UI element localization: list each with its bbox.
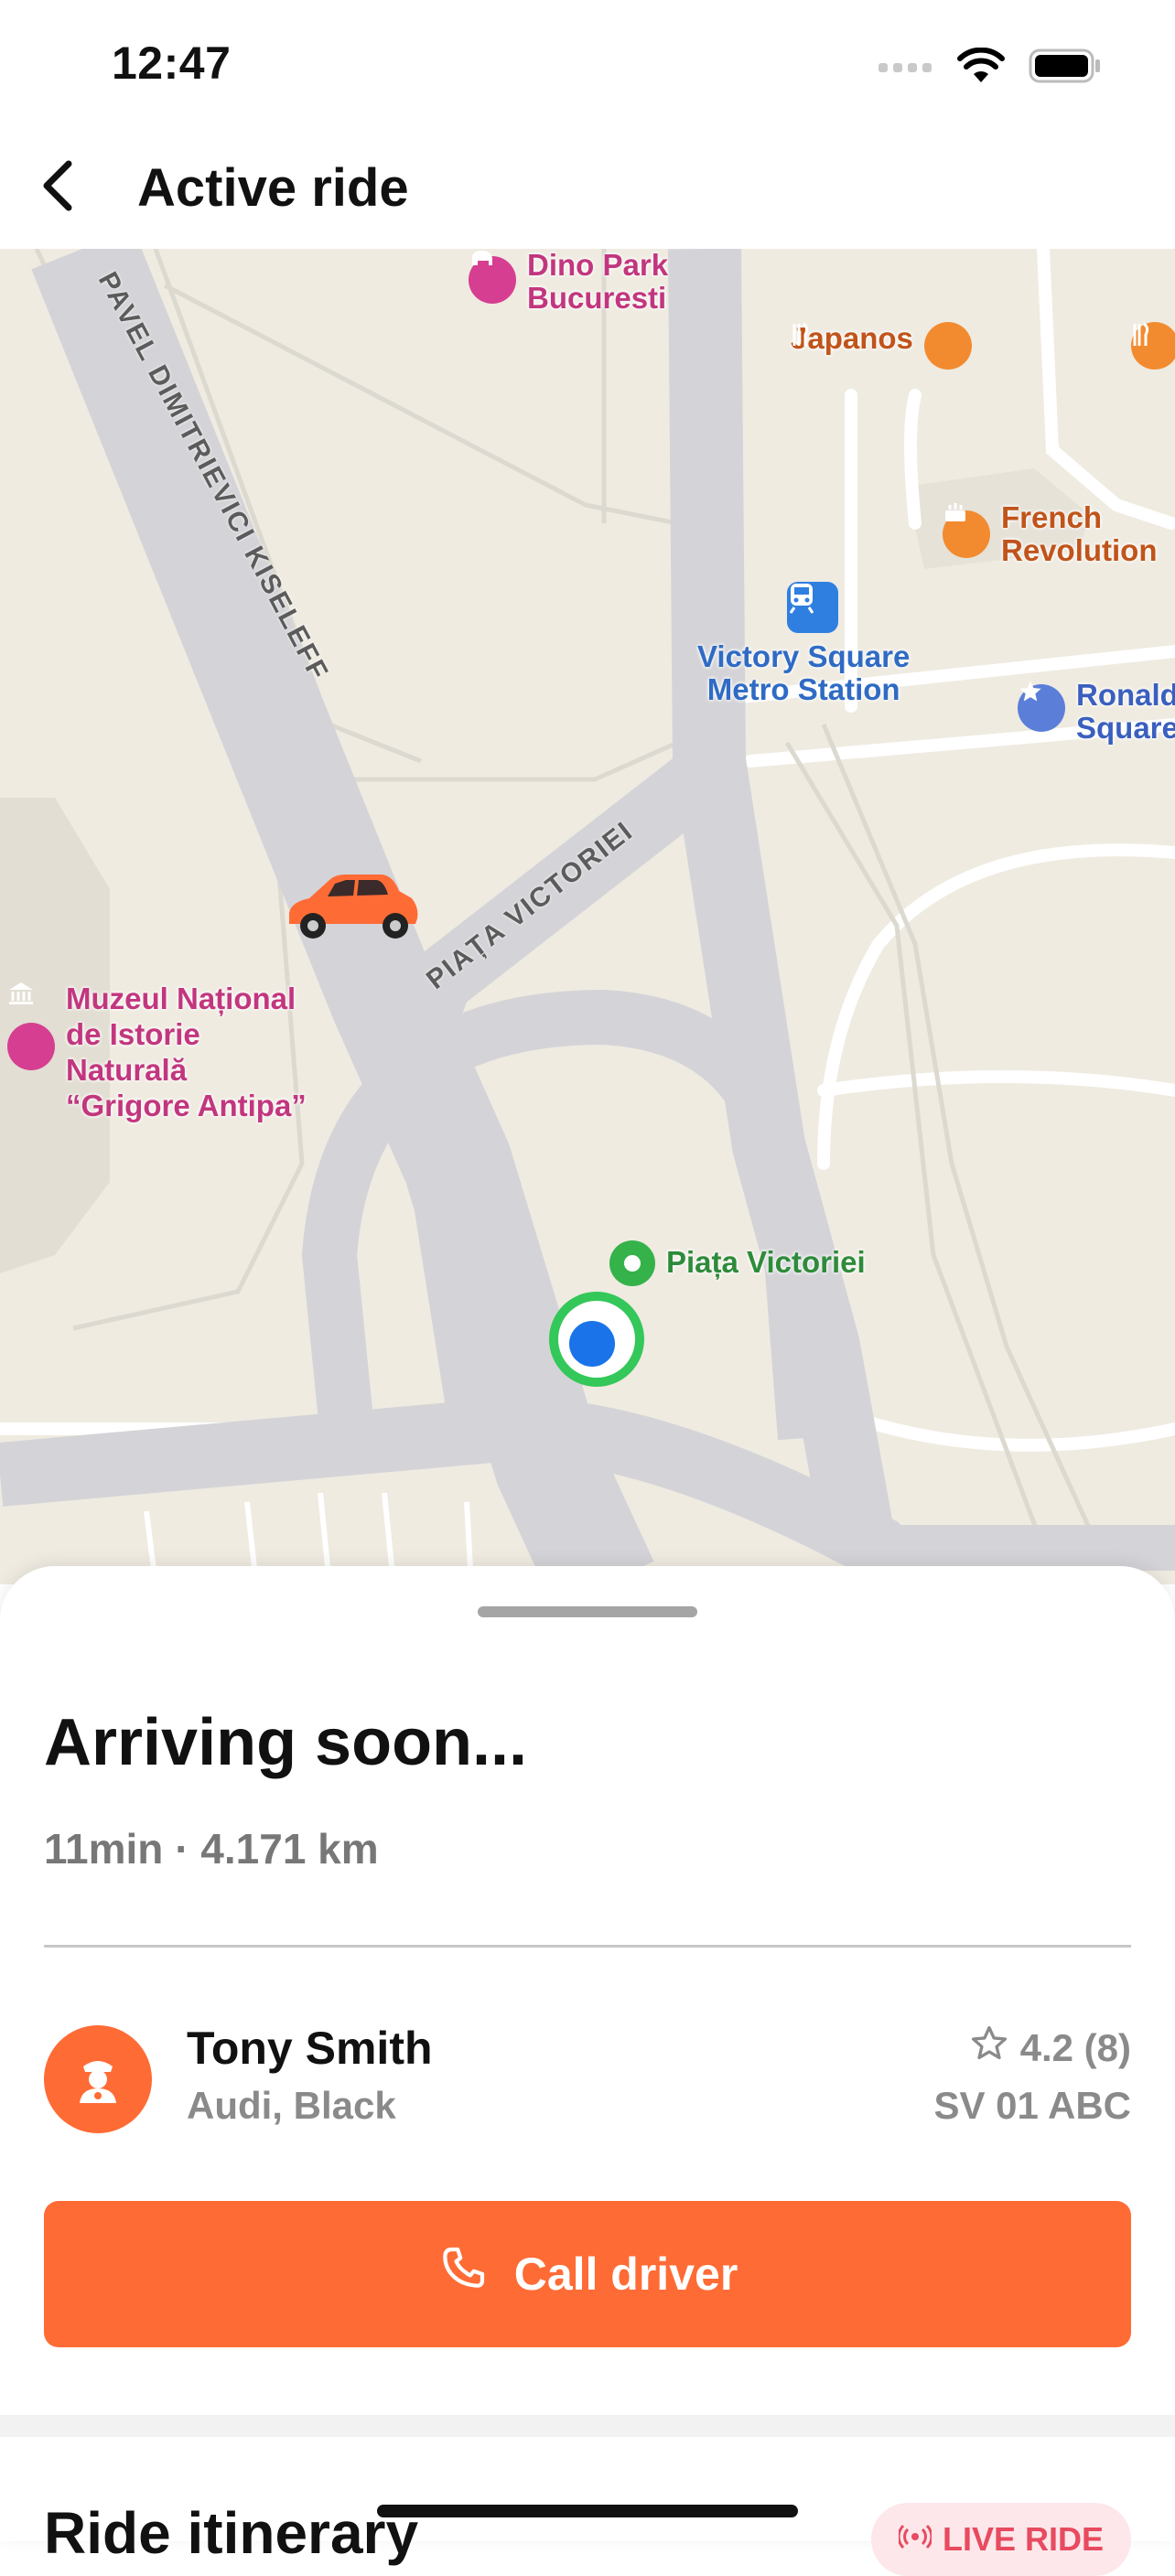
- status-icons: [879, 47, 1102, 89]
- eta-distance: 11min · 4.171 km: [44, 1825, 379, 1873]
- driver-name: Tony Smith: [187, 2023, 433, 2074]
- star-icon: [1018, 681, 1065, 732]
- cellular-signal-icon: [879, 59, 933, 77]
- poi-dino-park[interactable]: Dino Park Bucuresti: [469, 249, 668, 315]
- back-button[interactable]: [26, 156, 90, 220]
- poi-japanos[interactable]: Japanos: [791, 322, 972, 370]
- poi-label: Piața Victoriei: [666, 1245, 866, 1279]
- itinerary-title: Ride itinerary: [44, 2500, 419, 2566]
- cake-icon: [943, 503, 990, 558]
- user-location-marker: [549, 1292, 644, 1387]
- nav-bar: Active ride: [0, 128, 1175, 249]
- ride-status: Arriving soon...: [44, 1706, 528, 1779]
- call-driver-label: Call driver: [513, 2249, 738, 2300]
- poi-label: French Revolution: [1001, 500, 1158, 567]
- ride-bottom-sheet[interactable]: Arriving soon... 11min · 4.171 km Tony S…: [0, 1566, 1175, 2576]
- poi-ronald-square[interactable]: Ronald Square: [1018, 679, 1175, 745]
- location-pin-icon: [609, 1240, 655, 1286]
- rating-value: 4.2 (8): [1019, 2026, 1131, 2069]
- poi-label: Ronald Square: [1076, 678, 1175, 745]
- poi-restaurant-edge[interactable]: [1131, 322, 1175, 370]
- poi-museum[interactable]: Muzeul Național de Istorie Naturală “Gri…: [7, 981, 307, 1123]
- live-ride-label: LIVE RIDE: [942, 2520, 1104, 2558]
- phone-icon: [437, 2243, 489, 2305]
- driver-car: Audi, Black: [187, 2084, 396, 2127]
- metro-icon[interactable]: [787, 582, 838, 633]
- status-time: 12:47: [112, 38, 232, 89]
- poi-label: Muzeul Național de Istorie Naturală “Gri…: [66, 982, 307, 1122]
- driver-avatar: [44, 2025, 152, 2133]
- poi-label: Dino Park Bucuresti: [527, 249, 669, 315]
- chevron-left-icon: [39, 158, 76, 218]
- wifi-icon: [957, 47, 1005, 89]
- fork-knife-icon: [1131, 322, 1175, 370]
- sheet-grabber[interactable]: [478, 1606, 697, 1617]
- live-ride-badge: LIVE RIDE: [870, 2503, 1131, 2576]
- page-title: Active ride: [137, 158, 409, 218]
- section-separator: [0, 2415, 1175, 2437]
- status-bar: 12:47: [0, 0, 1175, 128]
- broadcast-icon: [897, 2520, 933, 2559]
- driver-icon: [69, 2048, 127, 2111]
- poi-piata-victoriei[interactable]: Piața Victoriei: [609, 1240, 866, 1286]
- star-outline-icon: [969, 2023, 1009, 2073]
- driver-rating: 4.2 (8): [969, 2023, 1131, 2073]
- map-view[interactable]: PAVEL DIMITRIEVICI KISELEFF PIAȚA VICTOR…: [0, 249, 1175, 1584]
- museum-icon: [7, 982, 55, 1070]
- poi-french-revolution[interactable]: French Revolution: [943, 501, 1158, 567]
- poi-metro-station[interactable]: Victory Square Metro Station: [697, 640, 910, 706]
- home-indicator[interactable]: [377, 2505, 798, 2517]
- divider: [44, 1945, 1131, 1948]
- battery-icon: [1029, 48, 1102, 89]
- elephant-icon: [469, 251, 516, 304]
- call-driver-button[interactable]: Call driver: [44, 2201, 1131, 2347]
- fork-knife-icon: [792, 322, 972, 370]
- poi-label: Victory Square Metro Station: [697, 639, 911, 706]
- license-plate: SV 01 ABC: [933, 2084, 1131, 2127]
